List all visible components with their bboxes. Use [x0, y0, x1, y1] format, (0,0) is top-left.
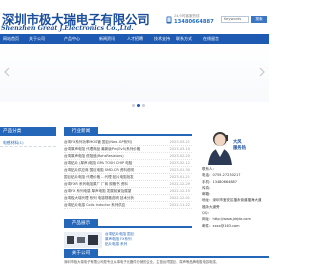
main-nav: 网站首页 关于公司 产品中心 新闻资讯 人才招聘 技术支持 联系方式 在线留言	[0, 34, 269, 44]
banner-dot-active[interactable]	[137, 104, 140, 107]
product-image[interactable]	[64, 232, 102, 248]
products-tab[interactable]: 产品展示	[64, 219, 98, 228]
news-title[interactable]: 台湾极大瑞代理 系列 电感规格说明 技术分析	[64, 196, 134, 200]
news-date: 2023-01-21	[169, 175, 190, 179]
nav-item-contact[interactable]: 联系方式	[176, 34, 192, 44]
contact-slogan-line: 服务热	[233, 146, 246, 151]
news-date: 2022-12-01	[169, 196, 190, 200]
news-item[interactable]: 国巨贴片电阻 代理价格 ...代理 贴片电阻批发 2023-01-21	[64, 174, 192, 181]
product-links: 台湾贴片电阻 国巨 厚声电阻 FX系列 贴片电感 系列	[105, 232, 255, 246]
products-header: 产品展示	[64, 219, 192, 228]
contact-line[interactable]: 邮件：xxxx@163.com	[202, 223, 269, 229]
page: 深圳市极大瑞电子有限公司 Shenzhen Great J.Electronic…	[0, 0, 269, 264]
banner-next-arrow-icon[interactable]	[259, 67, 265, 77]
news-title[interactable]: 台湾贴片电感 Coils Inductor 系列供应	[64, 203, 125, 207]
news-title[interactable]: 台湾贴片供应商 国巨电阻 SMD-CR 资料说明	[64, 168, 134, 172]
header: 深圳市极大瑞电子有限公司 Shenzhen Great J.Electronic…	[0, 0, 269, 33]
news-item[interactable]: 台湾FXR 系列电阻原厂 厂商 规格书 资料 2022-12-29	[64, 181, 192, 188]
banner-dot[interactable]	[142, 104, 145, 107]
news-date: 2023-02-12	[169, 161, 190, 165]
about-header: 关于公司	[64, 249, 269, 258]
banner-dot[interactable]	[132, 104, 135, 107]
news-header: 行业新闻	[64, 127, 192, 136]
nav-item-tech-support[interactable]: 技术支持	[154, 34, 170, 44]
sidebar-heading: 产品分类	[0, 127, 56, 136]
contact-info: 联系人： 电话：0755-27230217 手机：13480664887 传真：…	[202, 166, 269, 229]
about-text: 深圳市极大瑞电子有限公司是专业从事电子元器件分销的企业，主营台湾国巨、厚声等品牌…	[64, 260, 219, 264]
news-title[interactable]: 台湾FX 系列电感 厚声电阻 发展前景及展望	[64, 189, 131, 193]
news-title[interactable]: 国巨贴片电阻 代理价格 ...代理 贴片电阻批发	[64, 175, 134, 179]
news-title[interactable]: 台湾厚声电阻 代理商品 最新版Pin(Ev5)系列价格	[64, 147, 140, 151]
nav-item-products[interactable]: 产品中心	[64, 34, 80, 44]
nav-item-home[interactable]: 网站首页	[3, 34, 19, 44]
news-date: 2023-01-30	[169, 168, 190, 172]
news-tab[interactable]: 行业新闻	[64, 127, 98, 136]
news-date: 2022-12-15	[169, 189, 190, 193]
news-date: 2023-03-21	[169, 140, 190, 144]
news-date: 2022-11-22	[169, 203, 190, 207]
contact-line: 地址：深圳市宝安区福永街道福海大道	[202, 198, 262, 203]
nav-item-guestbook[interactable]: 在线留言	[203, 34, 219, 44]
news-item[interactable]: 台湾FX系列功率MOS管 国巨(Neo-GP系列) 2023-03-21	[64, 139, 192, 146]
news-item[interactable]: 台湾贴片 (厚声)电阻 GPA TOSH CHIP 电阻 2023-02-12	[64, 160, 192, 167]
news-list: 台湾FX系列功率MOS管 国巨(Neo-GP系列) 2023-03-21 台湾厚声…	[64, 139, 192, 209]
nav-item-about[interactable]: 关于公司	[29, 34, 45, 44]
news-title[interactable]: 台湾FXR 系列电阻原厂 厂商 规格书 资料	[64, 182, 128, 186]
search-button[interactable]: 搜索	[251, 16, 267, 23]
product-link[interactable]: 贴片电感 系列	[105, 242, 255, 247]
news-item[interactable]: 台湾FX 系列电感 厚声电阻 发展前景及展望 2022-12-15	[64, 188, 192, 195]
news-title[interactable]: 台湾FX系列功率MOS管 国巨(Neo-GP系列)	[64, 140, 132, 144]
news-item[interactable]: 台湾贴片电感 Coils Inductor 系列供应 2022-11-22	[64, 202, 192, 209]
news-item[interactable]: 台湾厚声电阻 代理商品 最新版Pin(Ev5)系列价格 2023-03-10	[64, 146, 192, 153]
sidebar-category-item[interactable]: 电感材料(1)	[0, 139, 56, 147]
news-item[interactable]: 台湾贴片供应商 国巨电阻 SMD-CR 资料说明 2023-01-30	[64, 167, 192, 174]
news-date: 2023-03-10	[169, 147, 190, 151]
contact-slogan: 大风 服务热	[233, 140, 246, 152]
banner-pagination	[132, 92, 147, 111]
news-title[interactable]: 台湾厚声电阻 低阻值(RohsResistors)	[64, 154, 124, 158]
news-date: 2022-12-29	[169, 182, 190, 186]
company-name-en: Shenzhen Great J.Electronics Co.,Ltd.	[1, 25, 134, 32]
news-item[interactable]: 台湾厚声电阻 低阻值(RohsResistors) 2023-02-20	[64, 153, 192, 160]
news-date: 2023-02-20	[169, 154, 190, 158]
search-input[interactable]: Keywords	[221, 16, 249, 23]
news-item[interactable]: 台湾极大瑞代理 系列 电感规格说明 技术分析 2022-12-01	[64, 195, 192, 202]
phone-icon	[166, 16, 172, 24]
about-tab[interactable]: 关于公司	[64, 249, 98, 258]
banner-prev-arrow-icon[interactable]	[4, 67, 10, 77]
nav-item-careers[interactable]: 人才招聘	[127, 34, 143, 44]
hotline-number: 13480664887	[174, 19, 214, 25]
nav-item-news[interactable]: 新闻资讯	[99, 34, 115, 44]
news-title[interactable]: 台湾贴片 (厚声)电阻 GPA TOSH CHIP 电阻	[64, 161, 132, 165]
